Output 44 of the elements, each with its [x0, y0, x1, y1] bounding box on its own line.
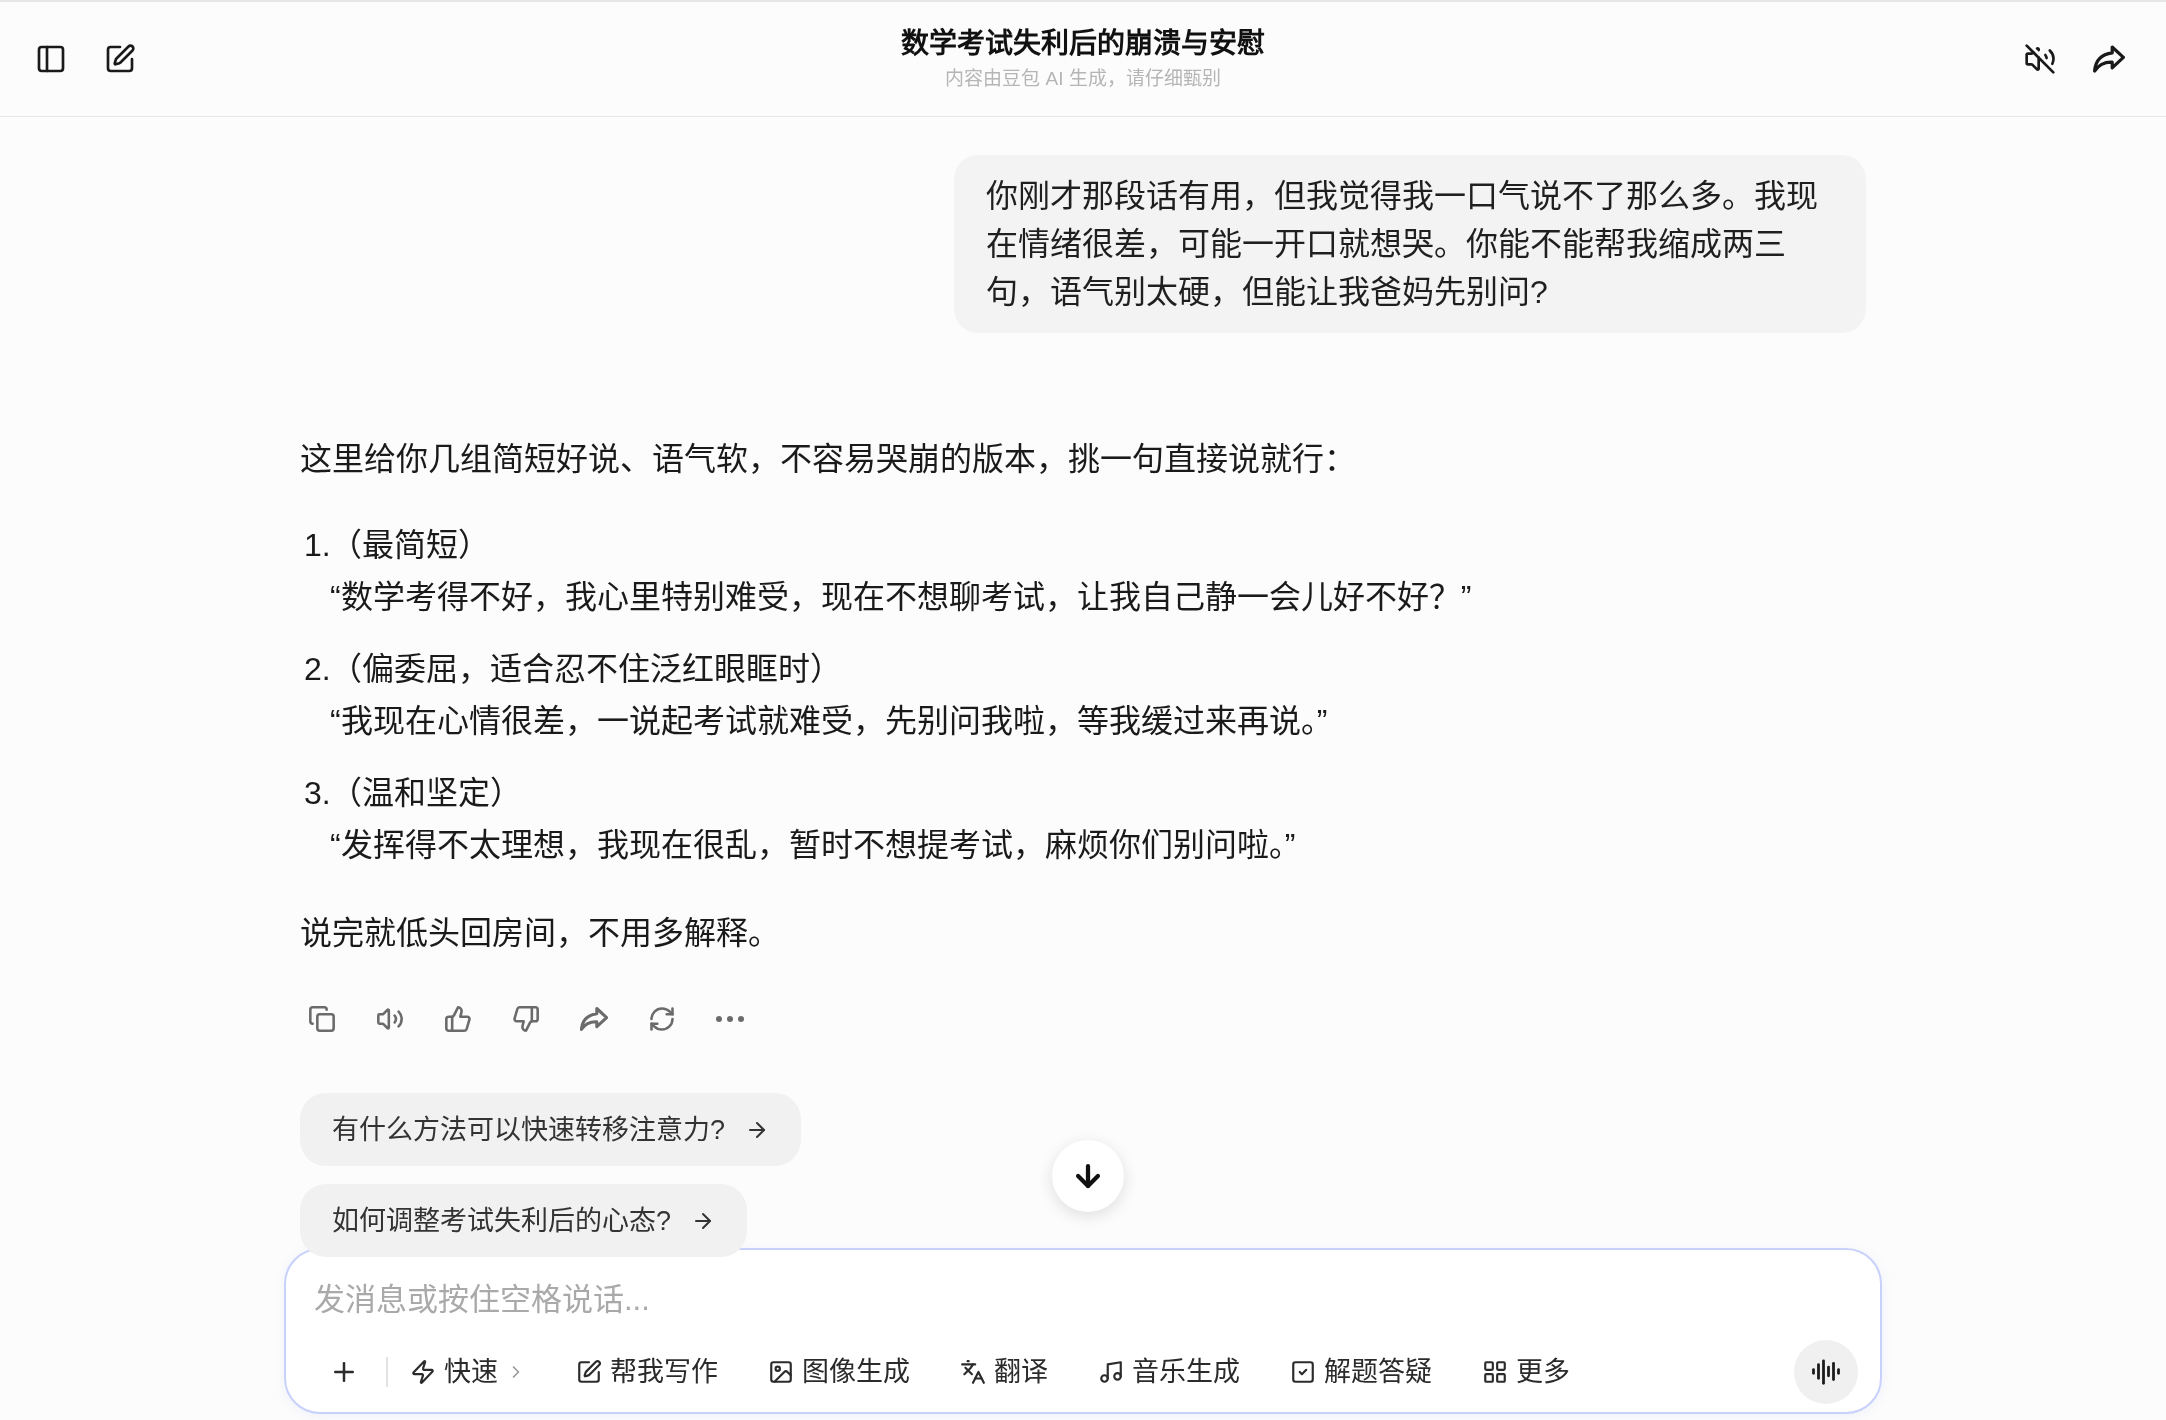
- pen-square-icon: [576, 1359, 602, 1385]
- lightning-icon: [410, 1359, 436, 1385]
- toolbar-button[interactable]: 图像生成: [768, 1350, 910, 1394]
- list-number: 3.: [303, 774, 330, 813]
- toolbar-button[interactable]: 快速: [410, 1350, 526, 1394]
- user-message-bubble: 你刚才那段话有用，但我觉得我一口气说不了那么多。我现在情绪很差，可能一开口就想哭。你能不能帮我缩成两三句，语气别太硬，但能让我爸妈先别问?: [954, 155, 1866, 333]
- toolbar-button[interactable]: 音乐生成: [1098, 1350, 1240, 1394]
- thumbs-up-icon: [444, 1005, 472, 1033]
- option-quote-text: “发挥得不太理想，我现在很乱，暂时不想提考试，麻烦你们别问啦。”: [330, 826, 1296, 865]
- grid-icon: [1482, 1359, 1508, 1385]
- toolbar-button[interactable]: 帮我写作: [576, 1350, 718, 1394]
- toolbar-button[interactable]: 解题答疑: [1290, 1350, 1432, 1394]
- option-label: （最简短）: [330, 526, 490, 565]
- assistant-closing-text: 说完就低头回房间，不用多解释。: [300, 914, 780, 953]
- refresh-icon: [648, 1005, 676, 1033]
- ellipsis-icon: [716, 1016, 744, 1022]
- music-note-icon: [1098, 1359, 1124, 1385]
- message-composer[interactable]: 发消息或按住空格说话... 快速 帮我写作 图像生成 翻译 音乐生成 解题答疑 更多: [284, 1248, 1882, 1414]
- option-label: （偏委屈，适合忍不住泛红眼眶时）: [330, 650, 842, 689]
- option-quote-text: “数学考得不好，我心里特别难受，现在不想聊考试，让我自己静一会儿好不好？”: [330, 578, 1472, 617]
- speaker-muted-icon: [2024, 43, 2056, 75]
- thumbs-down-icon: [512, 1005, 540, 1033]
- sidebar-icon: [35, 43, 67, 75]
- list-number: 1.: [303, 526, 330, 565]
- ai-disclaimer-text: 内容由豆包 AI 生成，请仔细甄别: [945, 67, 1221, 91]
- message-input[interactable]: 发消息或按住空格说话...: [314, 1276, 1858, 1324]
- edit-icon: [104, 43, 136, 75]
- toolbar-button[interactable]: 翻译: [960, 1350, 1048, 1394]
- image-icon: [768, 1359, 794, 1385]
- audio-wave-icon: [1811, 1357, 1841, 1387]
- assistant-intro-text: 这里给你几组简短好说、语气软，不容易哭崩的版本，挑一句直接说就行：: [300, 440, 1356, 479]
- share-icon: [2093, 43, 2125, 75]
- check-square-icon: [1290, 1359, 1316, 1385]
- chat-title: 数学考试失利后的崩溃与安慰: [901, 27, 1265, 61]
- suggestion-chip[interactable]: 如何调整考试失利后的心态?: [300, 1184, 748, 1257]
- list-number: 2.: [303, 650, 330, 689]
- suggestion-chip[interactable]: 有什么方法可以快速转移注意力?: [300, 1093, 802, 1166]
- translate-icon: [960, 1359, 986, 1385]
- speaker-icon: [376, 1005, 404, 1033]
- share-icon: [580, 1005, 608, 1033]
- toolbar-button[interactable]: 更多: [1482, 1350, 1570, 1394]
- copy-icon: [308, 1005, 336, 1033]
- option-label: （温和坚定）: [330, 774, 522, 813]
- option-quote-text: “我现在心情很差，一说起考试就难受，先别问我啦，等我缓过来再说。”: [330, 702, 1328, 741]
